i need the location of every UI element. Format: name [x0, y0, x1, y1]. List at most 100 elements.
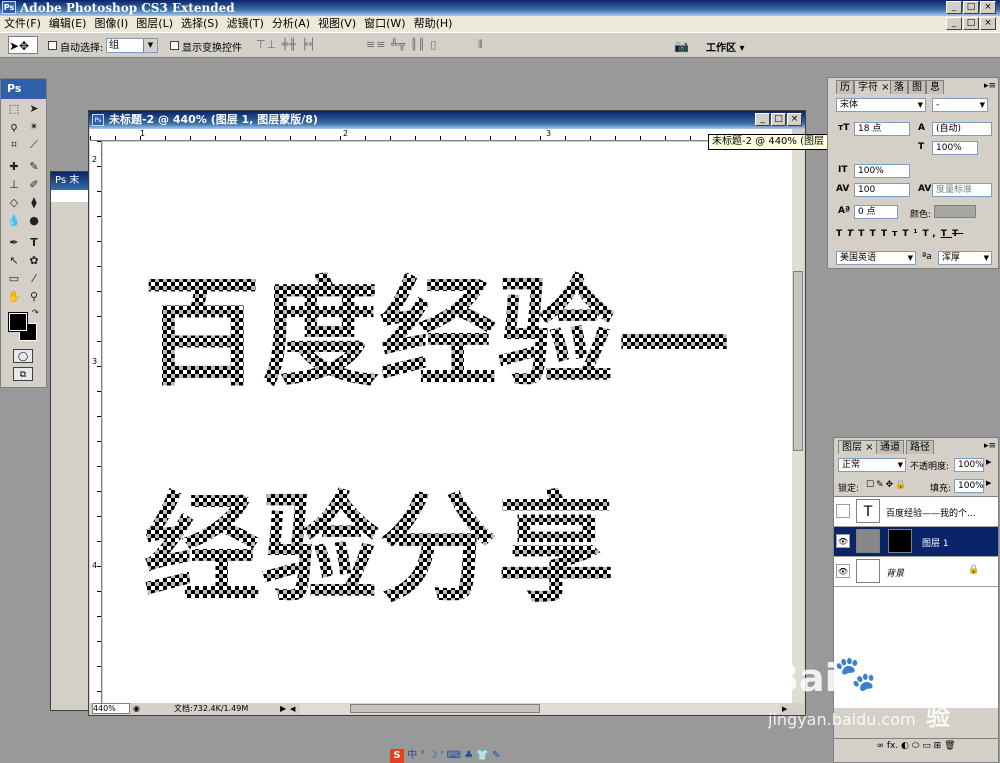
document-close-button[interactable]: × — [787, 113, 802, 126]
vertical-scroll-thumb[interactable] — [793, 271, 803, 451]
eye-icon[interactable]: 👁 — [836, 564, 850, 578]
text-style-buttons[interactable]: TTTTTтT¹T,TT — [836, 229, 963, 239]
slice-tool-icon[interactable]: ⟋ — [25, 137, 43, 153]
brush-tool-icon[interactable]: ✎ — [25, 159, 43, 175]
menu-file[interactable]: 文件(F) — [0, 16, 45, 32]
faux-italic-button[interactable]: T — [847, 229, 858, 239]
lasso-tool-icon[interactable]: ϙ — [5, 119, 23, 135]
underline-button[interactable]: T — [941, 229, 952, 239]
menu-filter[interactable]: 滤镜(T) — [223, 16, 268, 32]
panel-menu-icon[interactable]: ▸≡ — [984, 81, 996, 91]
document-minimize-button[interactable]: _ — [755, 113, 770, 126]
auto-select-dropdown[interactable]: 组 ▼ — [106, 38, 158, 53]
font-style-select[interactable]: - ▼ — [932, 98, 988, 112]
subscript-button[interactable]: T, — [922, 229, 940, 239]
zoom-tool-icon[interactable]: ⚲ — [25, 289, 43, 305]
type-tool-icon[interactable]: T — [25, 235, 43, 251]
tab-paragraph[interactable]: 落 — [890, 80, 908, 94]
faux-bold-button[interactable]: T — [836, 229, 847, 239]
horizontal-scroll-thumb[interactable] — [350, 704, 540, 713]
tab-layers[interactable]: 图层 × — [838, 440, 878, 454]
screen-mode-icon[interactable]: ⧉ — [13, 367, 33, 381]
fill-arrow-icon[interactable]: ▶ — [986, 479, 991, 487]
menu-window[interactable]: 窗口(W) — [360, 16, 409, 32]
lock-icons[interactable]: ☐✎✥🔒 — [866, 480, 908, 490]
document-canvas[interactable]: 百度经验— 经验分享 — [103, 142, 792, 703]
strikethrough-button[interactable]: T — [952, 229, 963, 239]
menu-select[interactable]: 选择(S) — [177, 16, 223, 32]
eraser-tool-icon[interactable]: ◇ — [5, 195, 23, 211]
move-tool-icon[interactable]: ➤ — [25, 101, 43, 117]
eyedropper-tool-icon[interactable]: ⁄ — [25, 271, 43, 287]
blend-mode-select[interactable]: 正常 ▼ — [838, 458, 906, 472]
bridge-icon[interactable]: 📷 — [674, 39, 689, 53]
all-caps-button[interactable]: TT — [858, 229, 881, 239]
ime-toolbar[interactable]: S 中 ° ☽ ' ⌨ ♣ 👕 ✎ — [390, 748, 540, 763]
menu-view[interactable]: 视图(V) — [314, 16, 360, 32]
kerning-field[interactable]: 度量标准 — [932, 183, 992, 197]
path-selection-tool-icon[interactable]: ↖ — [5, 253, 23, 269]
tab-channels[interactable]: 通道 — [876, 440, 904, 454]
healing-tool-icon[interactable]: ✚ — [5, 159, 23, 175]
document-title-bar[interactable]: Ps 未标题-2 @ 440% (图层 1, 图层蒙版/8) _ □ × — [89, 111, 805, 129]
hand-tool-icon[interactable]: ✋ — [5, 289, 23, 305]
menu-help[interactable]: 帮助(H) — [410, 16, 457, 32]
opacity-field[interactable]: 100% — [954, 458, 984, 472]
auto-align-icon[interactable]: ⫴ — [478, 38, 484, 52]
pen-tool-icon[interactable]: ✒ — [5, 235, 23, 251]
panel-menu-icon[interactable]: ▸≡ — [984, 441, 996, 451]
document-maximize-button[interactable]: □ — [771, 113, 786, 126]
history-brush-tool-icon[interactable]: ✐ — [25, 177, 43, 193]
tracking-field[interactable]: 100 — [854, 183, 910, 197]
tab-character[interactable]: 字符 × — [854, 80, 894, 94]
anti-alias-select[interactable]: 浑厚 ▼ — [938, 251, 992, 265]
magic-wand-tool-icon[interactable]: ✴ — [25, 119, 43, 135]
status-menu-arrow-icon[interactable]: ▶ — [280, 703, 286, 715]
vertical-scrollbar[interactable] — [792, 141, 804, 703]
crop-tool-icon[interactable]: ⌗ — [5, 137, 23, 153]
tab-history[interactable]: 历 — [836, 80, 854, 94]
workspace-button[interactable]: 工作区 ▾ — [706, 39, 745, 54]
menu-analysis[interactable]: 分析(A) — [268, 16, 314, 32]
layer-row-text[interactable]: · T 百度经验——我的个... — [834, 497, 998, 527]
move-tool-preset-icon[interactable]: ➤✥ — [8, 36, 38, 54]
dodge-tool-icon[interactable]: ● — [25, 213, 43, 229]
auto-select-checkbox[interactable] — [48, 41, 57, 50]
distribute-icons[interactable]: ≡≡ ╩╦ ║║ ▯ — [366, 38, 437, 51]
language-select[interactable]: 美国英语 ▼ — [836, 251, 916, 265]
doc-restore-button[interactable]: □ — [963, 17, 979, 30]
show-transform-checkbox[interactable] — [170, 41, 179, 50]
status-info-icon[interactable]: ◉ — [133, 703, 140, 715]
paint-bucket-tool-icon[interactable]: ⧫ — [25, 195, 43, 211]
marquee-tool-icon[interactable]: ⬚ — [5, 101, 23, 117]
scroll-left-arrow-icon[interactable]: ◀ — [290, 703, 295, 715]
zoom-field[interactable]: 440% — [92, 703, 130, 714]
small-caps-button[interactable]: Tт — [881, 229, 902, 239]
notes-tool-icon[interactable]: ▭ — [5, 271, 23, 287]
font-size-field[interactable]: 18 点 — [854, 122, 910, 136]
shape-tool-icon[interactable]: ✿ — [25, 253, 43, 269]
layer-row-background[interactable]: 👁 背景 🔒 — [834, 557, 998, 587]
blur-tool-icon[interactable]: 💧 — [5, 213, 23, 229]
maximize-button[interactable]: □ — [963, 1, 979, 14]
visibility-toggle[interactable]: · — [836, 504, 850, 518]
stamp-tool-icon[interactable]: ⊥ — [5, 177, 23, 193]
tab-layer-comps[interactable]: 图 — [908, 80, 926, 94]
leading-field[interactable]: (自动) — [932, 122, 992, 136]
menu-image[interactable]: 图像(I) — [90, 16, 132, 32]
eye-icon[interactable]: 👁 — [836, 534, 850, 548]
baseline-shift-field[interactable]: 0 点 — [854, 205, 898, 219]
vertical-scale-field[interactable]: 100% — [854, 164, 910, 178]
layer-row-layer1[interactable]: 👁 图层 1 — [834, 527, 998, 557]
text-color-swatch[interactable] — [934, 205, 976, 218]
horizontal-scrollbar[interactable] — [300, 704, 780, 714]
superscript-button[interactable]: T¹ — [902, 229, 922, 239]
swap-colors-icon[interactable]: ↷ — [32, 308, 39, 317]
close-button[interactable]: × — [980, 1, 996, 14]
foreground-color-swatch[interactable] — [8, 312, 28, 332]
ime-logo-icon[interactable]: S — [390, 749, 404, 763]
quick-mask-icon[interactable]: ◯ — [13, 349, 33, 363]
opacity-arrow-icon[interactable]: ▶ — [986, 458, 991, 466]
doc-close-button[interactable]: × — [980, 17, 996, 30]
font-family-select[interactable]: 宋体 ▼ — [836, 98, 926, 112]
